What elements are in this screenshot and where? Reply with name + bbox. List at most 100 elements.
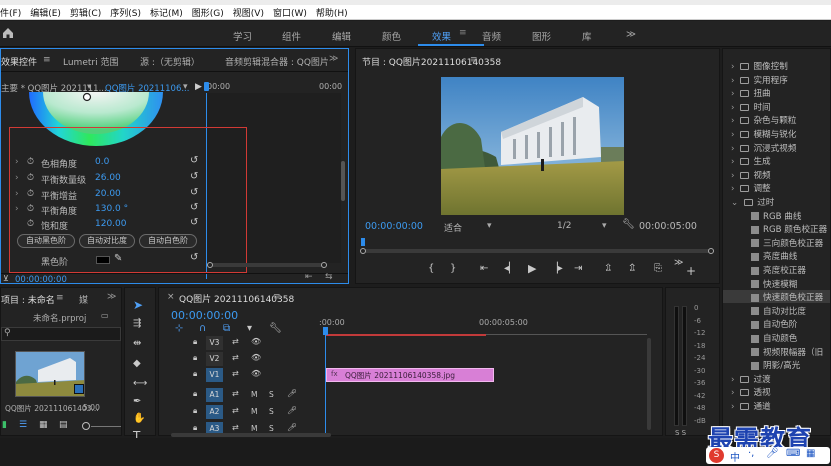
ime-apps-icon[interactable]: ▦ xyxy=(806,448,815,459)
tree-expand-icon[interactable]: › xyxy=(731,116,734,126)
tab-menu-icon[interactable]: ≡ xyxy=(43,55,51,65)
menu-help[interactable]: 帮助(H) xyxy=(316,6,348,19)
effects-tree-item[interactable]: › 通道 xyxy=(723,399,830,412)
track-eye-icon[interactable]: 👁︎ xyxy=(251,370,261,378)
menu-window[interactable]: 窗口(W) xyxy=(273,6,307,19)
effects-tree-item[interactable]: › 扭曲 xyxy=(723,86,830,99)
thumbnail-zoom-handle[interactable] xyxy=(82,422,90,430)
timeline-vertical-scrollbar[interactable] xyxy=(647,338,651,430)
effects-tree-item[interactable]: 自动颜色 xyxy=(723,331,830,344)
program-playhead[interactable] xyxy=(361,238,365,246)
track-lock-icon[interactable]: 🔒︎ xyxy=(193,338,197,346)
reset-param-icon[interactable]: ↺ xyxy=(190,218,198,228)
ripple-edit-tool-icon[interactable]: ⇹ xyxy=(133,339,141,349)
step-back-icon[interactable]: ◂▏ xyxy=(504,264,517,274)
effects-tree-item[interactable]: › 调整 xyxy=(723,181,830,194)
pen-tool-icon[interactable]: ✒ xyxy=(133,397,141,407)
effects-tree-item[interactable]: › 过渡 xyxy=(723,372,830,385)
stopwatch-icon[interactable]: ⏱ xyxy=(27,219,34,229)
ec-filter-icon[interactable]: ⊻ xyxy=(3,275,9,283)
media-browser-tab[interactable]: 媒 xyxy=(79,293,88,306)
ec-zoom-scrollbar[interactable] xyxy=(207,263,325,267)
track-lock-icon[interactable]: 🔒︎ xyxy=(193,424,197,432)
nest-toggle-icon[interactable]: ⊹ xyxy=(175,324,183,334)
program-more-icon[interactable]: ≫ xyxy=(674,259,683,268)
play-icon[interactable]: ▶ xyxy=(528,263,536,274)
go-to-in-icon[interactable]: ⇤ xyxy=(480,264,488,274)
track-lock-icon[interactable]: 🔒︎ xyxy=(193,407,197,415)
track-target-a2[interactable]: A2 xyxy=(206,405,223,419)
effects-tree-item[interactable]: › 图像控制 xyxy=(723,59,830,72)
ec-vertical-scrollbar[interactable] xyxy=(341,161,345,201)
timeline-settings-icon[interactable]: 🔧︎ xyxy=(269,324,282,334)
auto-white-level-button[interactable]: 自动白色阶 xyxy=(139,234,197,248)
go-to-out-icon[interactable]: ⇥ xyxy=(574,264,582,274)
reset-black-level-icon[interactable]: ↺ xyxy=(190,253,198,263)
ec-zoom-left-handle[interactable] xyxy=(207,262,213,268)
tree-expand-icon[interactable]: › xyxy=(731,184,734,194)
effects-tree-item[interactable]: 三向颜色校正器 xyxy=(723,236,830,249)
fit-dropdown-arrow-icon[interactable]: ▾ xyxy=(487,221,492,231)
export-frame-icon[interactable]: ⎘ xyxy=(654,264,662,274)
track-sync-icon[interactable]: ⇄ xyxy=(232,424,239,432)
stopwatch-icon[interactable]: ⏱ xyxy=(27,157,34,167)
track-solo-button[interactable]: S xyxy=(269,408,274,416)
button-editor-add-icon[interactable]: + xyxy=(686,265,696,277)
effects-tree-item[interactable]: RGB 颜色校正器 xyxy=(723,222,830,235)
effects-tree-item[interactable]: RGB 曲线 xyxy=(723,209,830,222)
home-icon[interactable] xyxy=(2,27,14,39)
lock-bin-icon[interactable]: ▮ xyxy=(2,421,7,430)
reset-param-icon[interactable]: ↺ xyxy=(190,172,198,182)
project-search-input[interactable] xyxy=(1,327,121,341)
reset-param-icon[interactable]: ↺ xyxy=(190,203,198,213)
workspace-menu-icon[interactable]: ≡ xyxy=(459,28,467,38)
thumbnail-zoom-slider[interactable] xyxy=(91,426,121,427)
ime-chinese-mode[interactable]: 中 xyxy=(730,449,740,464)
track-target-v3[interactable]: V3 xyxy=(206,336,223,350)
clip-dropdown-icon[interactable]: ▾ xyxy=(183,82,188,92)
menu-file[interactable]: 件(F) xyxy=(0,6,21,19)
track-target-a1[interactable]: A1 xyxy=(206,388,223,402)
tree-expand-icon[interactable]: ⌄ xyxy=(731,198,738,208)
tree-expand-icon[interactable]: › xyxy=(731,157,734,167)
param-value[interactable]: 130.0 ° xyxy=(95,204,128,214)
tree-expand-icon[interactable]: › xyxy=(731,130,734,140)
project-menu-icon[interactable]: ≡ xyxy=(56,293,64,303)
effects-tree-item[interactable]: 快速模糊 xyxy=(723,277,830,290)
effects-tree-item[interactable]: 阴影/高光 xyxy=(723,358,830,371)
tree-expand-icon[interactable]: › xyxy=(731,103,734,113)
menu-view[interactable]: 视图(V) xyxy=(233,6,264,19)
lift-icon[interactable]: ⇫ xyxy=(604,264,612,274)
tab-source[interactable]: 源 :（无剪辑） xyxy=(140,55,200,68)
snap-icon[interactable]: ∩ xyxy=(199,324,206,334)
effects-tree-item[interactable]: › 模糊与锐化 xyxy=(723,127,830,140)
add-marker-icon[interactable]: ▾ xyxy=(247,324,252,334)
auto-black-level-button[interactable]: 自动黑色阶 xyxy=(17,234,75,248)
param-expand-icon[interactable]: › xyxy=(15,173,19,183)
track-lock-icon[interactable]: 🔒︎ xyxy=(193,390,197,398)
menu-graphics[interactable]: 图形(G) xyxy=(192,6,224,19)
linked-selection-icon[interactable]: ⧉ xyxy=(223,324,230,334)
param-value[interactable]: 0.0 xyxy=(95,157,109,167)
clip-dropdown-arrow-icon[interactable]: ▾ xyxy=(87,82,91,92)
track-eye-icon[interactable]: 👁︎ xyxy=(251,354,261,362)
effects-tree-item[interactable]: › 视频 xyxy=(723,168,830,181)
stopwatch-icon[interactable]: ⏱ xyxy=(27,204,34,214)
step-forward-icon[interactable]: ▕▸ xyxy=(550,264,563,274)
selection-tool-icon[interactable]: ➤ xyxy=(133,299,143,311)
program-zoom-left-handle[interactable] xyxy=(360,248,366,254)
tree-expand-icon[interactable]: › xyxy=(731,388,734,398)
effects-tree-item[interactable]: 亮度曲线 xyxy=(723,249,830,262)
ec-playhead-handle[interactable] xyxy=(204,82,209,91)
ec-loop-icon[interactable]: ⇆ xyxy=(325,273,333,282)
freeform-view-icon[interactable]: ▤ xyxy=(59,421,68,430)
effects-tree-item[interactable]: › 透视 xyxy=(723,385,830,398)
ime-mic-icon[interactable]: 🎤︎ xyxy=(766,448,779,459)
timeline-menu-icon[interactable]: ≡ xyxy=(273,292,281,302)
workspace-libraries[interactable]: 库 xyxy=(582,29,592,43)
track-sync-icon[interactable]: ⇄ xyxy=(232,407,239,415)
param-value[interactable]: 20.00 xyxy=(95,189,121,199)
tree-expand-icon[interactable]: › xyxy=(731,89,734,99)
icon-view-icon[interactable]: ▦ xyxy=(39,421,48,430)
tree-expand-icon[interactable]: › xyxy=(731,402,734,412)
